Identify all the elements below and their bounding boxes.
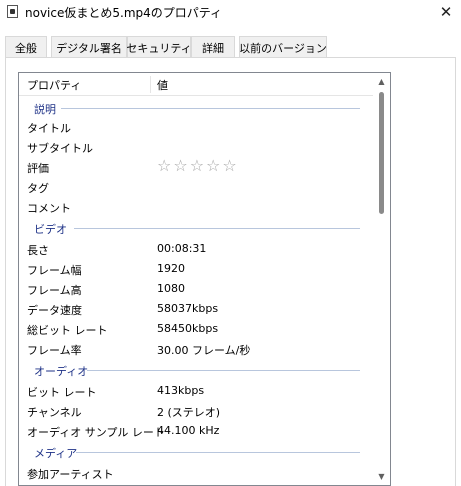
group-separator — [87, 370, 360, 371]
file-icon — [7, 5, 18, 18]
group-label: メディア — [34, 447, 78, 460]
row-rating[interactable]: 評価 ☆☆☆☆☆ — [19, 156, 374, 177]
column-header-value[interactable]: 値 — [157, 73, 168, 96]
rating-stars[interactable]: ☆☆☆☆☆ — [157, 156, 239, 175]
row-comment[interactable]: コメント — [19, 197, 374, 217]
tab-previous-versions[interactable]: 以前のバージョン — [239, 36, 327, 58]
row-label: データ速度 — [27, 304, 82, 317]
row-value[interactable]: 2 (ステレオ) — [157, 404, 220, 420]
row-label: チャンネル — [27, 406, 82, 419]
row-value[interactable]: 1920 — [157, 262, 185, 275]
scrollbar-thumb[interactable] — [379, 92, 384, 214]
row-label: フレーム率 — [27, 344, 82, 357]
group-audio[interactable]: オーディオ — [19, 361, 374, 379]
row-label: 評価 — [27, 162, 49, 175]
row-label: サブタイトル — [27, 142, 93, 155]
row-total-bitrate[interactable]: 総ビット レート 58450kbps — [19, 319, 374, 339]
scroll-down-arrow-icon[interactable]: ▼ — [373, 468, 390, 485]
column-header-property[interactable]: プロパティ — [27, 73, 81, 96]
row-subtitle[interactable]: サブタイトル — [19, 137, 374, 157]
row-data-rate[interactable]: データ速度 58037kbps — [19, 299, 374, 319]
row-value[interactable]: 413kbps — [157, 384, 204, 397]
column-divider[interactable] — [150, 76, 151, 93]
row-label: 長さ — [27, 244, 49, 257]
row-label: 総ビット レート — [27, 324, 108, 337]
row-title[interactable]: タイトル — [19, 117, 374, 137]
group-video[interactable]: ビデオ — [19, 219, 374, 237]
property-list[interactable]: プロパティ 値 説明 タイトル サブタイトル 評価 ☆☆☆☆☆ タグ コメント — [18, 72, 391, 486]
row-label: オーディオ サンプル レート — [27, 426, 165, 439]
row-frame-height[interactable]: フレーム高 1080 — [19, 279, 374, 299]
row-value[interactable]: 00:08:31 — [157, 242, 206, 255]
title-bar: novice仮まとめ5.mp4のプロパティ ✕ — [0, 0, 461, 24]
row-value[interactable]: 30.00 フレーム/秒 — [157, 342, 250, 358]
group-separator — [76, 452, 360, 453]
scroll-up-arrow-icon[interactable]: ▲ — [373, 73, 390, 90]
group-separator — [61, 108, 360, 109]
row-value[interactable]: 1080 — [157, 282, 185, 295]
close-button[interactable]: ✕ — [431, 0, 461, 24]
row-length[interactable]: 長さ 00:08:31 — [19, 239, 374, 259]
row-label: 参加アーティスト — [27, 468, 114, 481]
row-label: タイトル — [27, 122, 71, 135]
group-label: 説明 — [34, 103, 56, 116]
vertical-scrollbar[interactable]: ▲ ▼ — [373, 73, 390, 485]
row-tags[interactable]: タグ — [19, 177, 374, 197]
row-label: フレーム幅 — [27, 264, 82, 277]
group-media[interactable]: メディア — [19, 443, 374, 461]
row-channels[interactable]: チャンネル 2 (ステレオ) — [19, 401, 374, 421]
row-sample-rate[interactable]: オーディオ サンプル レート 44.100 kHz — [19, 421, 374, 441]
tab-details[interactable]: 詳細 — [191, 36, 235, 58]
row-contributing-artists[interactable]: 参加アーティスト — [19, 463, 374, 483]
row-value[interactable]: 58450kbps — [157, 322, 218, 335]
row-frame-rate[interactable]: フレーム率 30.00 フレーム/秒 — [19, 339, 374, 359]
group-separator — [74, 228, 360, 229]
group-label: オーディオ — [34, 365, 89, 378]
group-label: ビデオ — [34, 223, 67, 236]
row-label: ビット レート — [27, 386, 97, 399]
tab-strip: 全般 デジタル署名 セキュリティ 詳細 以前のバージョン — [0, 36, 461, 58]
row-value[interactable]: 44.100 kHz — [157, 424, 219, 437]
row-label: コメント — [27, 202, 71, 215]
tab-security[interactable]: セキュリティ — [126, 36, 192, 58]
group-description[interactable]: 説明 — [19, 99, 374, 117]
list-header: プロパティ 値 — [19, 73, 374, 96]
row-label: タグ — [27, 182, 49, 195]
window-title: novice仮まとめ5.mp4のプロパティ — [25, 6, 223, 20]
row-bitrate[interactable]: ビット レート 413kbps — [19, 381, 374, 401]
tab-digital-signature[interactable]: デジタル署名 — [51, 36, 127, 58]
tab-general[interactable]: 全般 — [5, 36, 47, 58]
row-label: フレーム高 — [27, 284, 82, 297]
row-frame-width[interactable]: フレーム幅 1920 — [19, 259, 374, 279]
row-value[interactable]: 58037kbps — [157, 302, 218, 315]
